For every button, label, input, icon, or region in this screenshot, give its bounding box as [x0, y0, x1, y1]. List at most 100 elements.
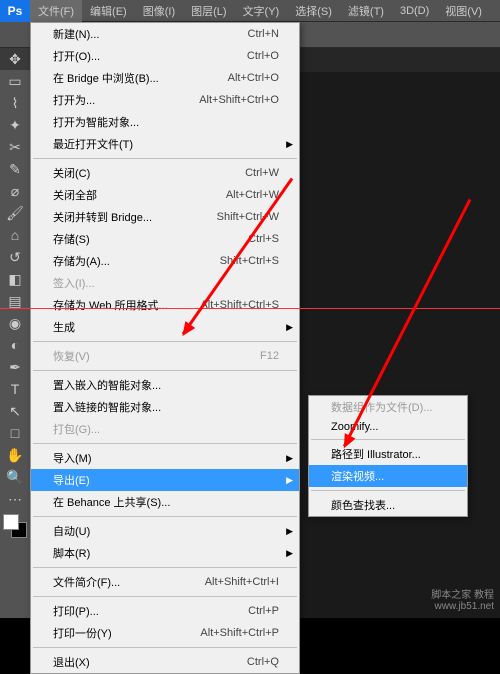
clone-stamp-tool[interactable]: ⌂: [0, 224, 30, 246]
menu-item[interactable]: 打开为...Alt+Shift+Ctrl+O: [31, 89, 299, 111]
menu-item[interactable]: 打开(O)...Ctrl+O: [31, 45, 299, 67]
menu-item-label: 文件简介(F)...: [53, 574, 120, 590]
menu-item[interactable]: 置入链接的智能对象...: [31, 396, 299, 418]
menu-item-label: 打开为智能对象...: [53, 114, 139, 130]
menu-item-label: 新建(N)...: [53, 26, 99, 42]
menu-item[interactable]: 导出(E)▶: [31, 469, 299, 491]
menu-item[interactable]: 在 Behance 上共享(S)...: [31, 491, 299, 513]
submenu-item[interactable]: Zoomify...: [309, 418, 467, 436]
menu-item[interactable]: 自动(U)▶: [31, 520, 299, 542]
menu-item-label: 导入(M): [53, 450, 92, 466]
menubar-item[interactable]: 视图(V): [437, 0, 490, 22]
menu-item[interactable]: 生成▶: [31, 316, 299, 338]
menu-separator: [33, 516, 297, 517]
menu-separator: [33, 596, 297, 597]
menu-item[interactable]: 脚本(R)▶: [31, 542, 299, 564]
eyedropper-tool[interactable]: ✎: [0, 158, 30, 180]
menu-item-label: 打印(P)...: [53, 603, 99, 619]
foreground-color[interactable]: [3, 514, 19, 530]
menu-item[interactable]: 新建(N)... Ctrl+N: [31, 23, 299, 45]
menu-separator: [311, 490, 465, 491]
menu-shortcut: Ctrl+O: [247, 50, 279, 62]
menubar-item[interactable]: 文字(Y): [235, 0, 288, 22]
menu-shortcut: Alt+Shift+Ctrl+I: [205, 576, 279, 588]
submenu-item[interactable]: 颜色查找表...: [309, 494, 467, 516]
hand-tool[interactable]: ✋: [0, 444, 30, 466]
menu-item-label: 存储为 Web 所用格式...: [53, 297, 168, 313]
menu-item[interactable]: 导入(M)▶: [31, 447, 299, 469]
menu-separator: [33, 341, 297, 342]
edit-toolbar[interactable]: ⋯: [0, 488, 30, 510]
menu-item: 恢复(V)F12: [31, 345, 299, 367]
brush-tool[interactable]: 🖌: [0, 202, 30, 224]
type-tool[interactable]: T: [0, 378, 30, 400]
magic-wand-tool[interactable]: ✦: [0, 114, 30, 136]
zoom-tool[interactable]: 🔍: [0, 466, 30, 488]
color-swatches[interactable]: [3, 514, 27, 538]
menu-shortcut: Ctrl+Q: [247, 656, 279, 668]
menubar-item[interactable]: 3D(D): [392, 0, 437, 22]
menubar-item[interactable]: 选择(S): [287, 0, 340, 22]
menu-item-label: 置入链接的智能对象...: [53, 399, 161, 415]
dodge-tool[interactable]: ◐: [0, 334, 30, 356]
rectangle-tool[interactable]: □: [0, 422, 30, 444]
export-submenu: 数据组作为文件(D)... Zoomify... 路径到 Illustrator..…: [308, 395, 468, 517]
menu-item[interactable]: 打印(P)... Ctrl+P: [31, 600, 299, 622]
menu-separator: [33, 158, 297, 159]
move-tool[interactable]: ✥: [0, 48, 30, 70]
menu-item-label: 脚本(R): [53, 545, 90, 561]
menu-shortcut: Alt+Shift+Ctrl+S: [200, 299, 279, 311]
blur-tool[interactable]: ◉: [0, 312, 30, 334]
file-menu-dropdown: 新建(N)... Ctrl+N 打开(O)...Ctrl+O在 Bridge 中浏览…: [30, 22, 300, 674]
pen-tool[interactable]: ✒: [0, 356, 30, 378]
menubar-item[interactable]: 编辑(E): [82, 0, 135, 22]
menu-item[interactable]: 在 Bridge 中浏览(B)...Alt+Ctrl+O: [31, 67, 299, 89]
menubar-item[interactable]: 文件(F): [30, 0, 82, 22]
menu-item[interactable]: 关闭(C)Ctrl+W: [31, 162, 299, 184]
menu-item-label: 打印一份(Y): [53, 625, 112, 641]
menu-item[interactable]: 打开为智能对象...: [31, 111, 299, 133]
marquee-tool[interactable]: ▭: [0, 70, 30, 92]
menu-shortcut: Ctrl+N: [248, 28, 279, 40]
menu-item[interactable]: 存储为 Web 所用格式... Alt+Shift+Ctrl+S: [31, 294, 299, 316]
menu-item[interactable]: 打印一份(Y) Alt+Shift+Ctrl+P: [31, 622, 299, 644]
healing-brush-tool[interactable]: ⌀: [0, 180, 30, 202]
menubar-item[interactable]: 图像(I): [135, 0, 183, 22]
watermark-line1: 脚本之家 教程: [431, 586, 494, 601]
menu-item-label: 置入嵌入的智能对象...: [53, 377, 161, 393]
menu-shortcut: Alt+Shift+Ctrl+P: [200, 627, 279, 639]
menu-shortcut: Alt+Ctrl+W: [226, 189, 279, 201]
crop-tool[interactable]: ✂: [0, 136, 30, 158]
menu-item-label: 打开为...: [53, 92, 95, 108]
submenu-item[interactable]: 渲染视频...: [309, 465, 467, 487]
menu-item-label: 签入(I)...: [53, 275, 95, 291]
menu-item[interactable]: 文件简介(F)... Alt+Shift+Ctrl+I: [31, 571, 299, 593]
menu-shortcut: Ctrl+P: [248, 605, 279, 617]
menu-separator: [311, 439, 465, 440]
annotation-line: [0, 308, 500, 309]
app-logo: Ps: [0, 0, 30, 22]
submenu-item[interactable]: 路径到 Illustrator...: [309, 443, 467, 465]
menu-item: 打包(G)...: [31, 418, 299, 440]
menu-item[interactable]: 存储为(A)...Shift+Ctrl+S: [31, 250, 299, 272]
menu-item-label: 存储(S): [53, 231, 90, 247]
menubar-item[interactable]: 滤镜(T): [340, 0, 392, 22]
menu-item[interactable]: 最近打开文件(T) ▶: [31, 133, 299, 155]
menu-item[interactable]: 关闭全部 Alt+Ctrl+W: [31, 184, 299, 206]
menu-item-label: 关闭并转到 Bridge...: [53, 209, 152, 225]
menu-item[interactable]: 退出(X)Ctrl+Q: [31, 651, 299, 673]
menubar-item[interactable]: 图层(L): [183, 0, 234, 22]
menu-item-label: 关闭(C): [53, 165, 90, 181]
menu-item-label: 恢复(V): [53, 348, 90, 364]
menu-item[interactable]: 置入嵌入的智能对象...: [31, 374, 299, 396]
submenu-arrow-icon: ▶: [286, 139, 293, 150]
menu-item[interactable]: 存储(S)Ctrl+S: [31, 228, 299, 250]
lasso-tool[interactable]: ⌇: [0, 92, 30, 114]
path-selection-tool[interactable]: ↖: [0, 400, 30, 422]
menu-item-label: 最近打开文件(T): [53, 136, 133, 152]
submenu-item-label: 数据组作为文件(D)...: [331, 399, 432, 415]
history-brush-tool[interactable]: ↺: [0, 246, 30, 268]
menu-item-label: 关闭全部: [53, 187, 97, 203]
menu-item-label: 生成: [53, 319, 75, 335]
eraser-tool[interactable]: ◧: [0, 268, 30, 290]
